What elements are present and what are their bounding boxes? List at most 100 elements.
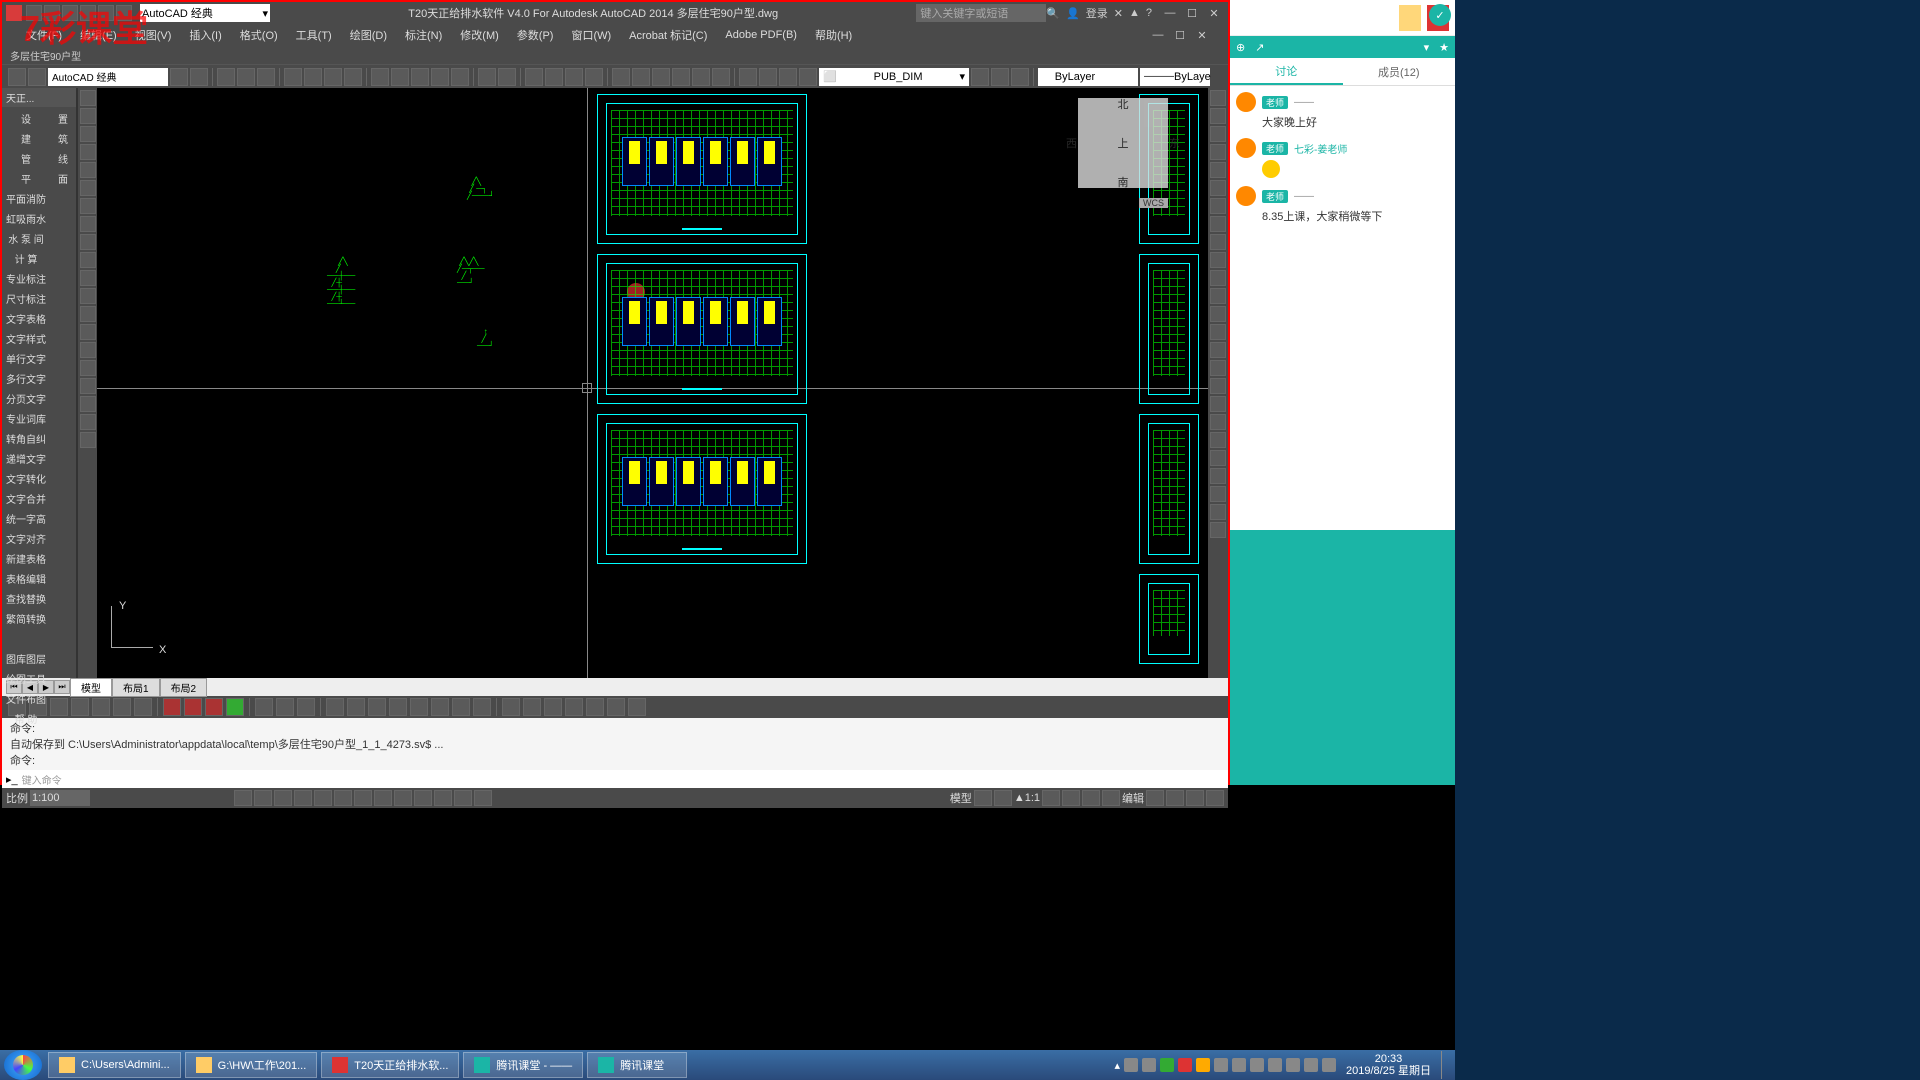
tangent-tool-item[interactable]: 尺寸标注 — [4, 289, 48, 308]
dim-icon[interactable] — [226, 698, 244, 716]
matchprop-icon[interactable] — [431, 68, 449, 86]
wcs-label[interactable]: WCS — [1139, 198, 1168, 208]
properties-icon[interactable] — [612, 68, 630, 86]
tangent-tool-item[interactable]: 表格编辑 — [4, 569, 48, 588]
status-lock-icon[interactable] — [1082, 790, 1100, 806]
start-button[interactable] — [4, 1050, 42, 1080]
join-icon[interactable] — [1210, 306, 1226, 322]
dim-icon[interactable] — [389, 698, 407, 716]
status-clean-icon[interactable] — [1166, 790, 1184, 806]
dim-icon[interactable] — [184, 698, 202, 716]
tangent-tool-item[interactable]: 设 — [4, 109, 48, 128]
app-icon[interactable] — [6, 5, 22, 21]
dyn-toggle[interactable] — [374, 790, 392, 806]
tray-icon[interactable] — [1142, 1058, 1156, 1072]
close-button[interactable]: ✕ — [1204, 5, 1224, 21]
tab-layout2[interactable]: 布局2 — [160, 678, 208, 697]
status-iso-icon[interactable] — [1146, 790, 1164, 806]
stretch-icon[interactable] — [1210, 234, 1226, 250]
tb-btn[interactable] — [28, 68, 46, 86]
taskbar-clock[interactable]: 20:33 2019/8/25 星期日 — [1340, 1053, 1437, 1077]
layer-prev-icon[interactable] — [991, 68, 1009, 86]
status-hw-icon[interactable] — [1102, 790, 1120, 806]
tangent-tool-item[interactable]: 面 — [52, 169, 74, 188]
tangent-tool-item[interactable]: 建 — [4, 129, 48, 148]
status-edit[interactable]: 编辑 — [1122, 790, 1144, 806]
tray-icon[interactable] — [1196, 1058, 1210, 1072]
zoom-window-icon[interactable] — [565, 68, 583, 86]
tangent-tool-item[interactable]: 分页文字 — [4, 389, 48, 408]
break-icon[interactable] — [1210, 288, 1226, 304]
dim-icon[interactable] — [205, 698, 223, 716]
tray-icon[interactable] — [1304, 1058, 1318, 1072]
ssm-icon[interactable] — [672, 68, 690, 86]
layer-states-icon[interactable] — [1011, 68, 1029, 86]
tangent-tool-item[interactable]: 文字样式 — [4, 329, 48, 348]
tray-icon[interactable] — [1250, 1058, 1264, 1072]
dim-icon[interactable] — [347, 698, 365, 716]
tangent-tool-item[interactable]: 平 — [4, 169, 48, 188]
dc-icon[interactable] — [632, 68, 650, 86]
tb-btn[interactable] — [8, 68, 26, 86]
tangent-tool-item[interactable]: 平面消防 — [4, 189, 48, 208]
mirror-icon[interactable] — [1210, 126, 1226, 142]
menu-view[interactable]: 视图(V) — [127, 25, 180, 45]
zoom-prev-icon[interactable] — [585, 68, 603, 86]
print-icon[interactable] — [284, 68, 302, 86]
tray-icon[interactable] — [1124, 1058, 1138, 1072]
calc-icon[interactable] — [712, 68, 730, 86]
tool-icon[interactable] — [80, 414, 96, 430]
drawing-canvas[interactable]: ╱╲ ╱──┼── ╱┼──┼── ╱┼──┴── ╱╲ ╱ ─┐╱───┘ ╱… — [97, 88, 1208, 678]
menu-dimension[interactable]: 标注(N) — [397, 25, 450, 45]
dim-icon[interactable] — [565, 698, 583, 716]
menu-modify[interactable]: 修改(M) — [452, 25, 507, 45]
paste-icon[interactable] — [411, 68, 429, 86]
dim-icon[interactable] — [134, 698, 152, 716]
menu-tools[interactable]: 工具(T) — [288, 25, 340, 45]
dim-icon[interactable] — [452, 698, 470, 716]
dim-icon[interactable] — [586, 698, 604, 716]
menu-help[interactable]: 帮助(H) — [807, 25, 860, 45]
tab-layout1[interactable]: 布局1 — [112, 678, 160, 697]
tool-icon[interactable] — [1210, 450, 1226, 466]
scale-combo[interactable]: 1:100 — [30, 790, 90, 806]
open-file-icon[interactable] — [237, 68, 255, 86]
menu-acrobat[interactable]: Acrobat 标记(C) — [621, 25, 715, 45]
tangent-tool-item[interactable]: 新建表格 — [4, 549, 48, 568]
tool-icon[interactable] — [1210, 414, 1226, 430]
qp-toggle[interactable] — [434, 790, 452, 806]
grid-toggle[interactable] — [254, 790, 272, 806]
dim-icon[interactable] — [544, 698, 562, 716]
tangent-tool-item[interactable]: 筑 — [52, 129, 74, 148]
tray-icon[interactable] — [1268, 1058, 1282, 1072]
gear-icon[interactable] — [170, 68, 188, 86]
extend-icon[interactable] — [1210, 270, 1226, 286]
tangent-tool-item[interactable]: 文字对齐 — [4, 529, 48, 548]
tb-btn[interactable] — [344, 68, 362, 86]
chamfer-icon[interactable] — [1210, 324, 1226, 340]
tool-icon[interactable] — [1210, 432, 1226, 448]
command-input[interactable]: 键入命令 — [22, 772, 1224, 787]
status-ws-icon[interactable] — [1062, 790, 1080, 806]
add-icon[interactable]: ⊕ — [1236, 41, 1245, 54]
osnap-toggle[interactable] — [314, 790, 332, 806]
show-desktop-button[interactable] — [1441, 1051, 1449, 1079]
sc-toggle[interactable] — [454, 790, 472, 806]
status-custom-icon[interactable] — [1206, 790, 1224, 806]
autodesk-icon[interactable]: ▲ — [1129, 7, 1140, 19]
doc-close-button[interactable]: ✕ — [1192, 27, 1212, 43]
am-toggle[interactable] — [474, 790, 492, 806]
minimize-button[interactable]: — — [1160, 5, 1180, 21]
dim-icon[interactable] — [276, 698, 294, 716]
tool-icon[interactable] — [80, 396, 96, 412]
point-icon[interactable] — [80, 306, 96, 322]
linetype-combo[interactable]: ——— ByLaye — [1140, 68, 1210, 86]
otrack-toggle[interactable] — [334, 790, 352, 806]
tray-icon[interactable] — [1286, 1058, 1300, 1072]
new-file-icon[interactable] — [217, 68, 235, 86]
style-combo[interactable]: AutoCAD 经典 — [48, 68, 168, 86]
trim-icon[interactable] — [1210, 252, 1226, 268]
workspace-dropdown[interactable]: AutoCAD 经典▾ — [140, 4, 270, 22]
block-icon[interactable] — [80, 324, 96, 340]
region-icon[interactable] — [80, 342, 96, 358]
